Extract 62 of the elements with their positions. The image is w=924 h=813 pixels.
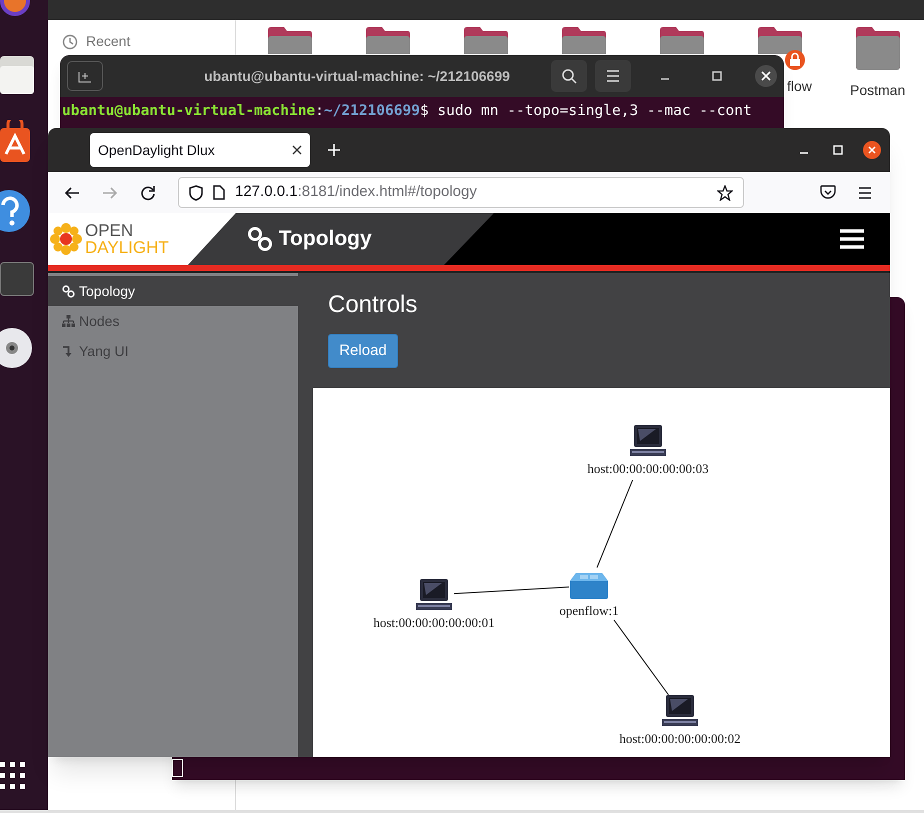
terminal-icon[interactable]	[0, 262, 34, 296]
folder-icon[interactable]	[658, 26, 706, 54]
menu-icon[interactable]	[858, 186, 872, 198]
node-label: host:00:00:00:00:00:02	[619, 730, 741, 748]
search-icon	[561, 68, 577, 84]
maximize-icon[interactable]	[711, 70, 723, 82]
folder-icon[interactable]	[756, 26, 804, 54]
switch-icon	[570, 573, 608, 599]
computer-icon	[662, 695, 698, 727]
folder-label: Postman	[850, 81, 906, 100]
computer-icon	[416, 579, 452, 611]
sidebar-item[interactable]: Recent	[62, 31, 235, 52]
folder-icon[interactable]	[266, 26, 314, 54]
node-label: openflow:1	[559, 602, 619, 620]
address-field[interactable]: 127.0.0.1:8181/index.html#/topology	[178, 177, 744, 208]
shopping-bag-icon[interactable]	[0, 120, 30, 162]
tab-title: OpenDaylight Dlux	[98, 140, 215, 160]
folder-icon[interactable]	[854, 26, 902, 72]
search-button[interactable]	[551, 60, 587, 92]
link-icon	[246, 226, 273, 252]
pocket-icon[interactable]	[820, 185, 836, 200]
app-grid-icon[interactable]	[0, 760, 28, 792]
nav-item[interactable]: Nodes	[48, 306, 298, 336]
section-heading: Controls	[328, 290, 418, 320]
link-icon	[62, 284, 75, 298]
star-icon[interactable]	[717, 184, 733, 200]
url-text: 127.0.0.1:8181/index.html#/topology	[235, 182, 478, 202]
node-label: host:00:00:00:00:00:03	[587, 460, 709, 478]
folder-icon[interactable]	[560, 26, 608, 54]
page-icon	[213, 185, 225, 200]
folder-icon[interactable]	[462, 26, 510, 54]
shield-icon	[189, 184, 203, 200]
page-title: Topology	[278, 226, 372, 252]
nav-item[interactable]: Yang UI	[48, 336, 298, 366]
logo-text: OPEN	[85, 222, 134, 239]
node-label: host:00:00:00:00:00:01	[373, 614, 495, 632]
close-icon	[761, 71, 771, 81]
window-title: ubantu@ubantu-virtual-machine: ~/212106699	[203, 66, 511, 86]
computer-icon	[630, 425, 666, 457]
text-cursor	[172, 759, 183, 777]
browser-tab[interactable]: OpenDaylight Dlux	[90, 133, 310, 167]
close-icon	[868, 146, 876, 154]
folder-label: flow	[787, 77, 812, 96]
clock-icon	[62, 34, 78, 50]
menu-button[interactable]	[595, 60, 631, 92]
reload-button[interactable]: Reload	[328, 334, 398, 368]
new-tab-icon[interactable]	[327, 143, 341, 157]
new-tab-button[interactable]	[67, 61, 103, 91]
logo-text: DAYLIGHT	[85, 239, 169, 256]
logo-icon	[50, 223, 82, 255]
menu-icon	[606, 70, 620, 82]
reload-icon[interactable]	[140, 184, 156, 200]
plus-icon	[78, 69, 92, 83]
terminal-line: ubantu@ubantu-virtual-machine:~/212106699$ sudo mn --topo=single,3 --mac --cont	[61, 102, 753, 121]
sitemap-icon	[62, 314, 75, 328]
nav-item[interactable]: Topology	[48, 276, 298, 306]
close-button[interactable]	[755, 65, 777, 87]
help-icon[interactable]	[0, 190, 30, 232]
back-icon[interactable]	[64, 184, 80, 200]
folder-icon[interactable]	[364, 26, 412, 54]
close-button[interactable]	[863, 141, 881, 159]
close-icon[interactable]	[292, 145, 302, 155]
